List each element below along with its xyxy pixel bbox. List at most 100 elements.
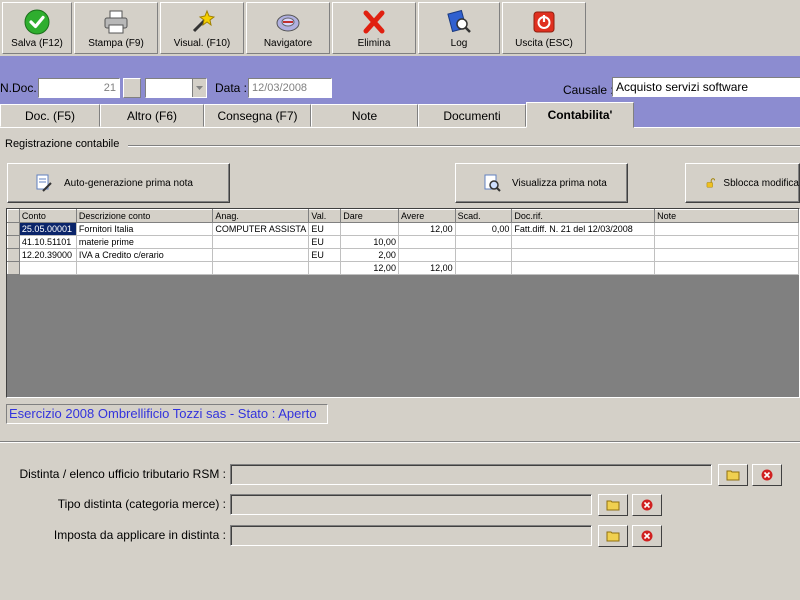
- clear-icon: [761, 469, 773, 481]
- cell-conto[interactable]: 12.20.39000: [18, 248, 77, 262]
- table-row[interactable]: 41.10.51101 materie prime EU 10,00: [7, 235, 799, 249]
- cell-anag[interactable]: COMPUTER ASSISTA: [212, 222, 310, 236]
- distinta-browse-button[interactable]: [718, 464, 748, 486]
- date-input[interactable]: 12/03/2008: [248, 78, 332, 98]
- cell-note[interactable]: [654, 248, 799, 262]
- document-header: N.Doc. : 21 Data : 12/03/2008 Causale : …: [0, 56, 800, 104]
- ndoc-lookup-button[interactable]: [123, 78, 141, 98]
- navigator-label: Navigatore: [263, 38, 313, 49]
- cell-val[interactable]: EU: [308, 248, 342, 262]
- tipo-distinta-field[interactable]: [230, 494, 592, 515]
- folder-icon: [606, 500, 620, 511]
- tipo-distinta-clear-button[interactable]: [632, 494, 662, 516]
- document-search-icon: [484, 174, 501, 192]
- delete-button[interactable]: Elimina: [332, 2, 416, 54]
- cell-note[interactable]: [654, 222, 799, 236]
- row-indicator: [7, 261, 20, 275]
- printer-icon: [104, 10, 128, 34]
- cell-scad[interactable]: 0,00: [454, 222, 513, 236]
- magic-wand-icon: [192, 9, 215, 33]
- chevron-down-icon[interactable]: [192, 79, 206, 97]
- cell-docrif[interactable]: Fatt.diff. N. 21 del 12/03/2008: [511, 222, 656, 236]
- imposta-label: Imposta da applicare in distinta :: [53, 528, 226, 542]
- cell-avere[interactable]: 12,00: [397, 222, 456, 236]
- column-header-note[interactable]: Note: [654, 209, 799, 223]
- save-label: Salva (F12): [11, 38, 63, 49]
- row-indicator-header: [7, 209, 20, 223]
- causale-input[interactable]: Acquisto servizi software: [612, 77, 800, 97]
- cell-docrif[interactable]: [511, 235, 656, 249]
- journal-table: Conto Descrizione conto Anag. Val. Dare …: [7, 209, 799, 275]
- row-indicator[interactable]: [7, 222, 20, 236]
- cell-descrizione[interactable]: IVA a Credito c/erario: [75, 248, 214, 262]
- tab-doc[interactable]: Doc. (F5): [0, 104, 100, 127]
- cell-scad[interactable]: [454, 235, 513, 249]
- imposta-clear-button[interactable]: [632, 525, 662, 547]
- tab-documenti[interactable]: Documenti: [418, 104, 526, 127]
- save-button[interactable]: Salva (F12): [2, 2, 72, 54]
- cell-dare[interactable]: [340, 222, 399, 236]
- cell-docrif[interactable]: [511, 248, 656, 262]
- table-row[interactable]: 12.20.39000 IVA a Credito c/erario EU 2,…: [7, 248, 799, 262]
- cell-scad[interactable]: [454, 248, 513, 262]
- cell-val[interactable]: EU: [308, 235, 342, 249]
- cell-avere[interactable]: [397, 248, 456, 262]
- ndoc-series-select[interactable]: [145, 78, 207, 98]
- cell-descrizione[interactable]: materie prime: [75, 235, 214, 249]
- tab-consegna[interactable]: Consegna (F7): [204, 104, 311, 127]
- row-indicator[interactable]: [7, 235, 20, 249]
- delete-label: Elimina: [357, 38, 391, 49]
- cell-dare[interactable]: 2,00: [340, 248, 399, 262]
- exit-button[interactable]: Uscita (ESC): [502, 2, 586, 54]
- imposta-field[interactable]: [230, 525, 592, 546]
- column-header-avere[interactable]: Avere: [397, 209, 456, 223]
- tab-contabilita[interactable]: Contabilita': [526, 102, 634, 128]
- cell-val: [308, 261, 342, 275]
- cell-dare[interactable]: 10,00: [340, 235, 399, 249]
- column-header-dare[interactable]: Dare: [340, 209, 399, 223]
- journal-grid[interactable]: Conto Descrizione conto Anag. Val. Dare …: [6, 208, 800, 398]
- cell-val[interactable]: EU: [308, 222, 342, 236]
- log-button[interactable]: Log: [418, 2, 500, 54]
- cell-conto[interactable]: 41.10.51101: [18, 235, 77, 249]
- grid-header-row: Conto Descrizione conto Anag. Val. Dare …: [7, 209, 799, 223]
- distinta-field[interactable]: [230, 464, 712, 485]
- cell-note: [654, 261, 799, 275]
- cell-conto[interactable]: 25.05.00001: [18, 222, 77, 236]
- column-header-val[interactable]: Val.: [308, 209, 342, 223]
- column-header-scad[interactable]: Scad.: [454, 209, 513, 223]
- distinta-label: Distinta / elenco ufficio tributario RSM…: [19, 467, 226, 481]
- ndoc-label: N.Doc. :: [0, 81, 44, 95]
- unlock-edit-button[interactable]: Sblocca modifica: [685, 163, 800, 203]
- delete-x-icon: [363, 10, 385, 34]
- column-header-conto[interactable]: Conto: [18, 209, 77, 223]
- tipo-distinta-browse-button[interactable]: [598, 494, 628, 516]
- folder-icon: [606, 531, 620, 542]
- ndoc-input[interactable]: 21: [38, 78, 120, 98]
- column-header-descrizione[interactable]: Descrizione conto: [75, 209, 214, 223]
- cell-note[interactable]: [654, 235, 799, 249]
- cell-anag[interactable]: [212, 235, 310, 249]
- cell-anag[interactable]: [212, 248, 310, 262]
- navigator-button[interactable]: Navigatore: [246, 2, 330, 54]
- table-row[interactable]: 25.05.00001 Fornitori Italia COMPUTER AS…: [7, 222, 799, 236]
- distinta-clear-button[interactable]: [752, 464, 782, 486]
- view-prima-nota-button[interactable]: Visualizza prima nota: [455, 163, 628, 203]
- cell-avere[interactable]: [397, 235, 456, 249]
- tab-altro[interactable]: Altro (F6): [100, 104, 204, 127]
- toolbar: Salva (F12) Stampa (F9) Visual. (F10) Na…: [0, 0, 800, 56]
- cell-descrizione[interactable]: Fornitori Italia: [75, 222, 214, 236]
- column-header-anag[interactable]: Anag.: [212, 209, 310, 223]
- auto-generate-button[interactable]: Auto-generazione prima nota: [7, 163, 230, 203]
- navigator-icon: [276, 14, 300, 32]
- row-indicator[interactable]: [7, 248, 20, 262]
- causale-label: Causale :: [563, 83, 614, 97]
- tab-note[interactable]: Note: [311, 104, 418, 127]
- imposta-browse-button[interactable]: [598, 525, 628, 547]
- column-header-docrif[interactable]: Doc.rif.: [511, 209, 656, 223]
- print-button[interactable]: Stampa (F9): [74, 2, 158, 54]
- preview-button[interactable]: Visual. (F10): [160, 2, 244, 54]
- auto-generate-label: Auto-generazione prima nota: [64, 177, 193, 189]
- padlock-icon: [706, 178, 716, 188]
- cell-scad: [454, 261, 513, 275]
